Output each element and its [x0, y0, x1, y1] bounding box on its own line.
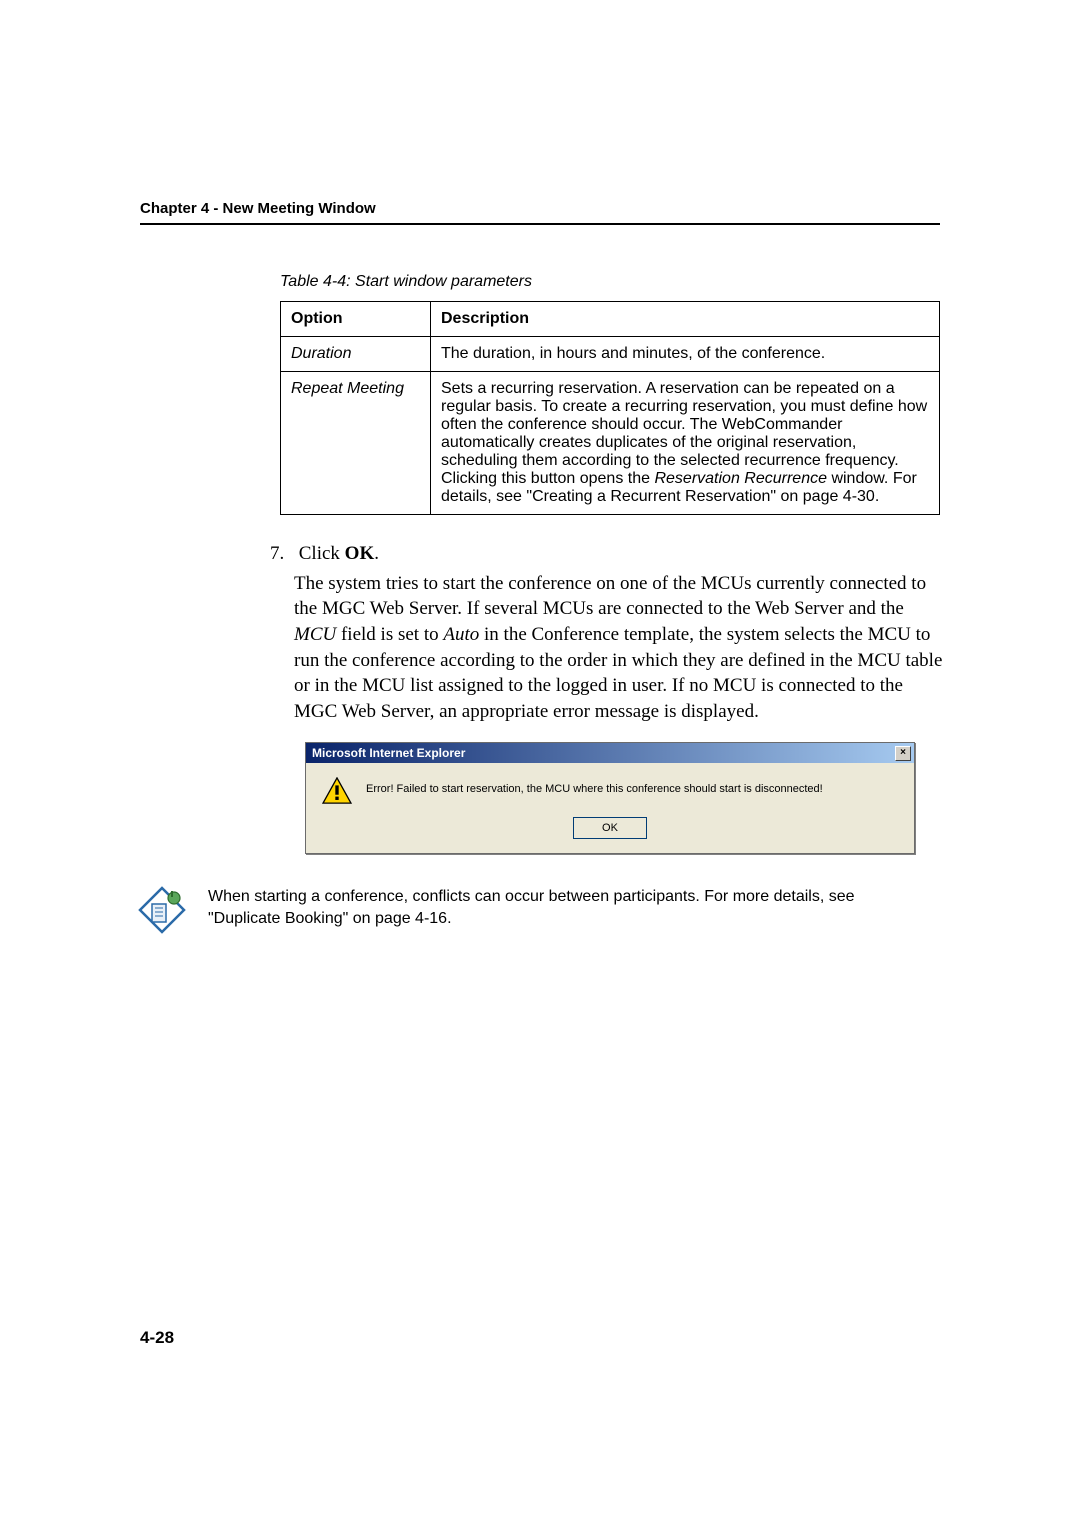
- step-7: 7. Click OK. The system tries to start t…: [270, 541, 950, 724]
- table-row: Duration The duration, in hours and minu…: [281, 337, 940, 372]
- step-body-text: field is set to: [336, 624, 443, 645]
- step-body-text: The system tries to start the conference…: [294, 573, 926, 620]
- note-row: When starting a conference, conflicts ca…: [140, 884, 940, 936]
- table-header-description: Description: [431, 302, 940, 337]
- note-text: When starting a conference, conflicts ca…: [208, 884, 898, 929]
- table-header-option: Option: [281, 302, 431, 337]
- step-body: The system tries to start the conference…: [294, 571, 950, 725]
- dialog-message: Error! Failed to start reservation, the …: [366, 777, 823, 795]
- description-cell: Sets a recurring reservation. A reservat…: [431, 372, 940, 515]
- error-dialog: Microsoft Internet Explorer × Error! Fai…: [305, 742, 915, 854]
- dialog-titlebar[interactable]: Microsoft Internet Explorer ×: [306, 743, 914, 763]
- step-instruction-bold: OK: [345, 543, 375, 564]
- ok-button[interactable]: OK: [573, 817, 647, 839]
- dialog-buttons: OK: [306, 813, 914, 853]
- option-cell: Repeat Meeting: [281, 372, 431, 515]
- dialog-body: Error! Failed to start reservation, the …: [306, 763, 914, 813]
- desc-em: Reservation Recurrence: [654, 470, 827, 487]
- step-number: 7.: [270, 541, 294, 567]
- warning-icon: [322, 777, 352, 805]
- step-body-em: MCU: [294, 624, 336, 645]
- close-icon[interactable]: ×: [895, 746, 911, 761]
- step-instruction-pre: Click: [299, 543, 345, 564]
- header-divider: [140, 223, 940, 225]
- table-header-row: Option Description: [281, 302, 940, 337]
- chapter-header: Chapter 4 - New Meeting Window: [140, 200, 940, 217]
- option-cell: Duration: [281, 337, 431, 372]
- note-icon: [136, 884, 188, 936]
- table-caption: Table 4-4: Start window parameters: [280, 273, 940, 291]
- parameters-table: Option Description Duration The duration…: [280, 301, 940, 515]
- dialog-title: Microsoft Internet Explorer: [312, 746, 465, 760]
- step-instruction-post: .: [374, 543, 379, 564]
- description-cell: The duration, in hours and minutes, of t…: [431, 337, 940, 372]
- page-number: 4-28: [140, 1328, 174, 1348]
- step-body-em: Auto: [443, 624, 479, 645]
- table-row: Repeat Meeting Sets a recurring reservat…: [281, 372, 940, 515]
